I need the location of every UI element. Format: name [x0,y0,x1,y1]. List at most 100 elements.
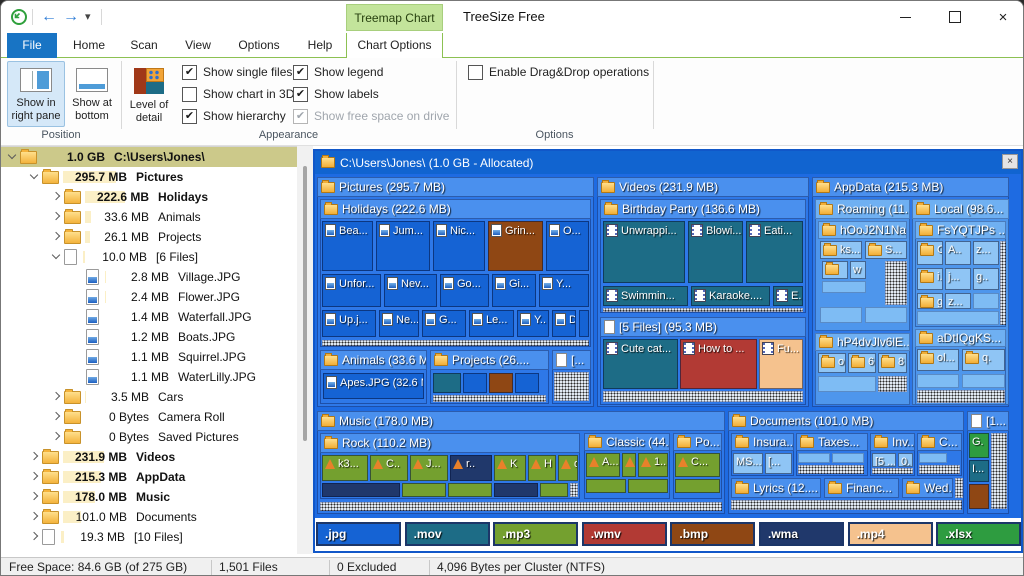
treemap-region-header[interactable]: Birthday Party (136.6 MB) [600,199,806,219]
forward-button[interactable]: → [63,5,79,29]
treemap-tile[interactable] [515,373,539,393]
treemap-tile[interactable]: z... [945,293,971,309]
treemap-tile[interactable] [433,373,461,393]
tree-row[interactable]: 215.3 MB AppData [1,467,297,487]
treemap-tile[interactable]: 8 [878,353,907,373]
treemap-tile[interactable]: Fu... [759,339,803,389]
tree-row[interactable]: 2.4 MB Flower.JPG [1,287,297,307]
treemap-tile[interactable]: w [850,261,866,279]
treemap-tile[interactable]: k3... [322,455,368,481]
treemap-tile[interactable]: MS... [733,453,763,474]
treemap-tile[interactable]: C [917,241,943,265]
checkbox-show-legend[interactable]: ✔ Show legend [293,64,383,80]
treemap-tile[interactable]: Nic... [433,221,485,271]
chevron-right-icon[interactable] [51,411,61,422]
chevron-right-icon[interactable] [29,491,39,502]
treemap-tile[interactable]: Up.j... [322,310,376,337]
tab-options[interactable]: Options [227,33,291,58]
chevron-right-icon[interactable] [29,471,39,482]
treemap-tile[interactable] [818,376,876,392]
treemap-region-header[interactable]: Roaming (11... [815,199,910,219]
treemap-tile[interactable] [822,261,848,279]
tree-row[interactable]: 222.6 MB Holidays [1,187,297,207]
treemap-tile[interactable]: C... [675,453,720,477]
treemap-region-header[interactable]: Pictures (295.7 MB) [317,177,594,197]
treemap-tile[interactable]: How to ... [680,339,757,389]
tree-row[interactable]: 33.6 MB Animals [1,207,297,227]
treemap-tile[interactable] [448,483,492,497]
treemap-tile[interactable]: ol... [917,349,959,371]
chevron-right-icon[interactable] [51,191,61,202]
tab-view[interactable]: View [173,33,223,58]
tab-scan[interactable]: Scan [119,33,169,58]
treemap-region-header[interactable]: hOoJ2N1Na... [818,221,907,239]
treemap-tile[interactable]: E. [773,286,803,306]
chevron-right-icon[interactable] [51,391,61,402]
treemap-region-header[interactable]: Documents (101.0 MB) [728,411,964,431]
treemap-tile[interactable] [402,483,446,497]
checkbox-show-labels[interactable]: ✔ Show labels [293,86,379,102]
treemap-tile[interactable] [865,307,907,323]
treemap-region-header[interactable]: Lyrics (12.... [731,478,821,498]
treemap-tile[interactable] [579,310,589,337]
chevron-right-icon[interactable] [29,531,39,542]
treemap-tile[interactable] [628,479,668,493]
treemap-tile[interactable]: Karaoke.... [691,286,770,306]
tree-row[interactable]: 101.0 MB Documents [1,507,297,527]
treemap-tile[interactable]: r.. [450,455,492,481]
treemap-tile[interactable] [494,483,538,497]
treemap-region-header[interactable]: [1... [967,411,1009,431]
checkbox-show-hierarchy[interactable]: ✔ Show hierarchy [182,108,286,124]
maximize-button[interactable] [933,1,977,33]
quick-access-dropdown-icon[interactable]: ▾ [85,7,91,27]
tree-row[interactable]: 19.3 MB [10 Files] [1,527,297,547]
tree-row[interactable]: 26.1 MB Projects [1,227,297,247]
treemap-tile[interactable]: Bea... [322,221,373,271]
treemap-tile[interactable]: Eati... [746,221,803,283]
chevron-down-icon[interactable] [29,170,39,182]
treemap-tile[interactable]: G. [969,433,989,458]
show-at-bottom-button[interactable]: Show at bottom [67,61,117,127]
tree-row[interactable]: 1.1 MB Squirrel.JPG [1,347,297,367]
treemap-tile[interactable] [820,307,862,323]
treemap-tile[interactable]: Unwrappi... [603,221,685,283]
treemap-tile[interactable]: 5 [622,453,636,477]
treemap-tile[interactable] [798,453,830,463]
chevron-down-icon[interactable] [51,250,61,262]
treemap-tile[interactable] [962,374,1005,388]
tree-row[interactable]: 3.5 MB Cars [1,387,297,407]
treemap-tile[interactable]: Ne... [379,310,419,337]
tree-scrollbar[interactable] [297,146,313,554]
treemap-region-header[interactable]: Projects (26.... [430,350,549,370]
back-button[interactable]: ← [41,5,57,29]
treemap-tile[interactable]: I... [969,460,989,482]
chevron-right-icon[interactable] [29,511,39,522]
treemap-tile[interactable] [675,479,720,493]
tree-row[interactable]: 295.7 MB Pictures [1,167,297,187]
treemap-tile[interactable]: ks... [820,241,862,259]
treemap-region-header[interactable]: AppData (215.3 MB) [812,177,1009,197]
checkbox-box[interactable]: ✔ [182,108,197,124]
chevron-down-icon[interactable] [7,150,17,162]
chevron-right-icon[interactable] [51,231,61,242]
tab-help[interactable]: Help [295,33,345,58]
chevron-right-icon[interactable] [51,431,61,442]
treemap-tile[interactable]: Y... [539,274,589,307]
treemap-tile[interactable] [322,483,400,497]
checkbox-box[interactable]: ✔ [293,86,308,102]
treemap-region-header[interactable]: Taxes... [796,433,868,451]
treemap-tile[interactable] [586,479,626,493]
treemap-tile[interactable] [917,311,999,325]
tree-row[interactable]: 2.8 MB Village.JPG [1,267,297,287]
chevron-right-icon[interactable] [29,451,39,462]
treemap-tile[interactable]: [5 ... [872,453,896,467]
checkbox-enable-drag-drop-operations[interactable]: Enable Drag&Drop operations [468,64,649,80]
treemap-tile[interactable]: A... [586,453,620,477]
treemap-tile[interactable]: q [558,455,578,481]
treemap-tile[interactable]: j... [945,268,971,290]
treemap-tile[interactable]: Gi... [492,274,536,307]
checkbox-box[interactable] [468,64,483,80]
treemap-tile[interactable] [832,453,864,463]
treemap-tile[interactable]: Jum... [376,221,430,271]
treemap-tile[interactable]: Cute cat... [603,339,678,389]
